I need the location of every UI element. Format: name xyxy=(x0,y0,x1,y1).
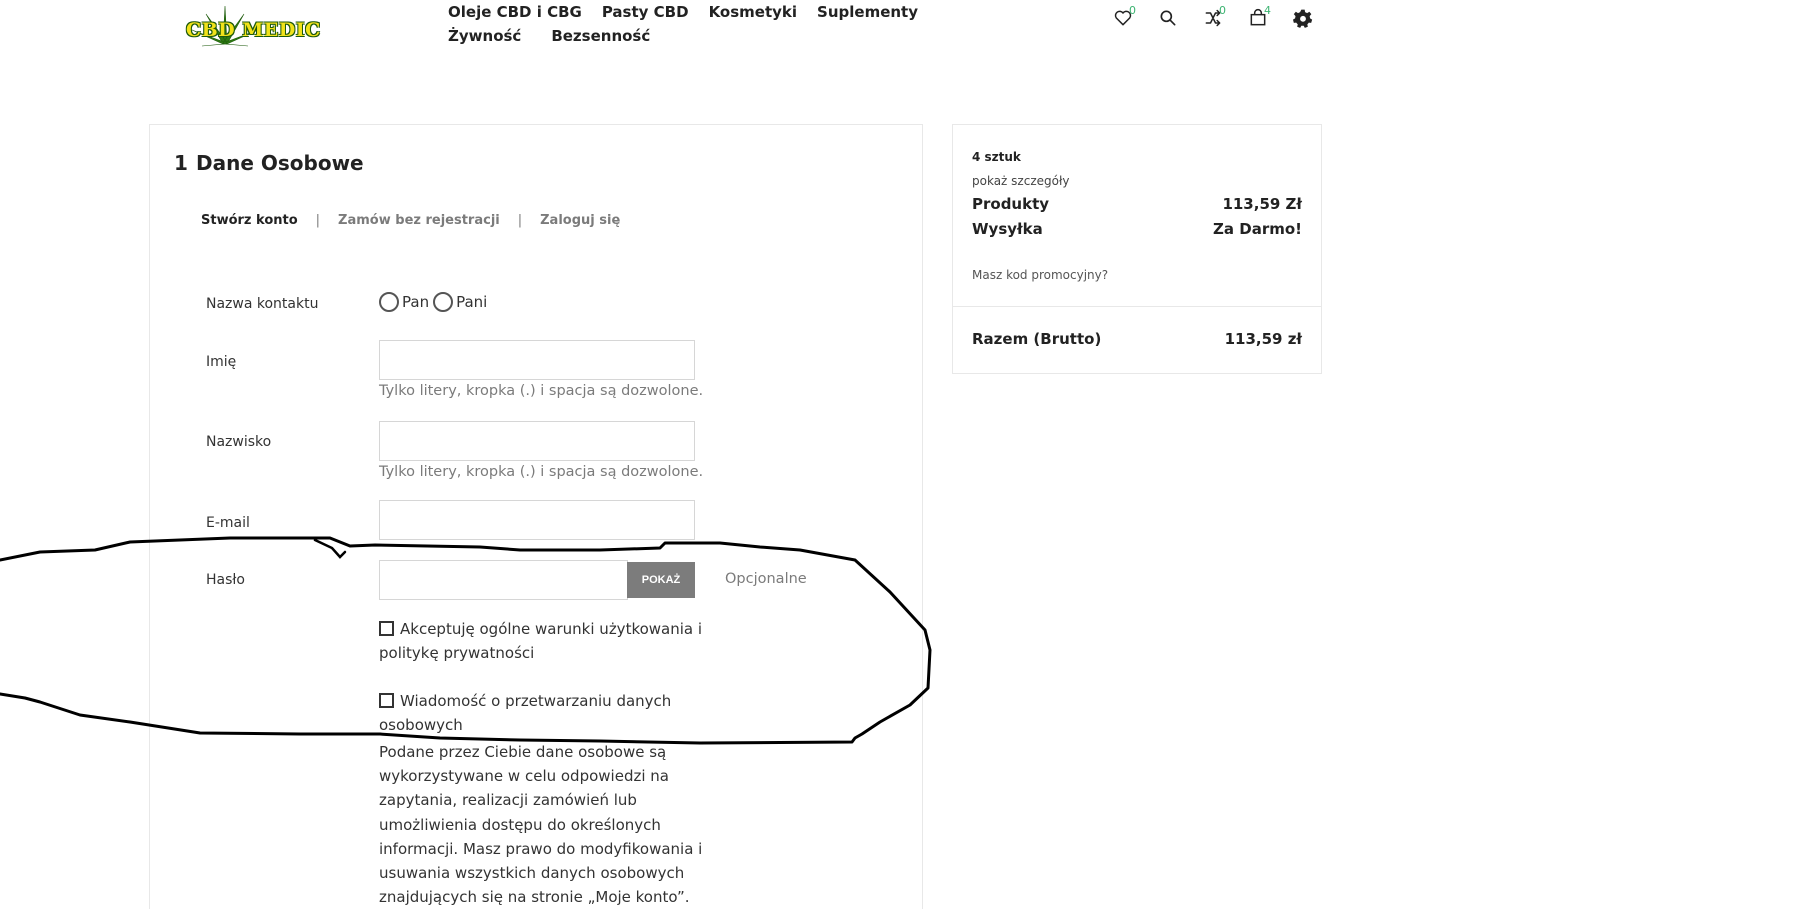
cart-button[interactable]: 4 xyxy=(1248,4,1274,32)
nav-item-oleje[interactable]: Oleje CBD i CBG xyxy=(448,2,582,22)
cart-count: 4 xyxy=(1264,4,1271,17)
radio-pani[interactable] xyxy=(433,292,454,312)
radio-pani-label: Pani xyxy=(456,293,488,311)
compare-count: 0 xyxy=(1219,4,1226,17)
tab-separator: | xyxy=(517,213,523,228)
tab-separator: | xyxy=(315,213,321,228)
data-processing-checkbox[interactable] xyxy=(379,693,394,708)
nav-item-bezsennosc[interactable]: Bezsenność xyxy=(551,26,650,46)
products-label: Produkty xyxy=(972,195,1050,213)
total-value: 113,59 zł xyxy=(1224,330,1302,348)
terms-checkbox[interactable] xyxy=(379,621,394,636)
terms-label: Akceptuję ogólne warunki użytkowania i p… xyxy=(379,620,703,662)
shipping-label: Wysyłka xyxy=(972,220,1043,238)
shipping-value: Za Darmo! xyxy=(1213,220,1302,238)
data-processing-row: Wiadomość o przetwarzaniu danych osobowy… xyxy=(379,689,709,737)
last-name-help: Tylko litery, kropka (.) i spacja są doz… xyxy=(379,464,704,480)
gender-radio-group: Pan Pani xyxy=(379,292,491,312)
optional-hint: Opcjonalne xyxy=(725,571,807,587)
compare-button[interactable]: 0 xyxy=(1203,4,1229,32)
wishlist-count: 0 xyxy=(1129,4,1136,17)
radio-pan-label: Pan xyxy=(402,293,430,311)
gear-icon xyxy=(1293,9,1313,28)
settings-button[interactable] xyxy=(1293,8,1319,32)
terms-row: Akceptuję ogólne warunki użytkowania i p… xyxy=(379,617,709,665)
show-details-link[interactable]: pokaż szczegóły xyxy=(972,174,1069,188)
email-input[interactable] xyxy=(379,500,695,540)
show-password-button[interactable]: POKAŻ xyxy=(627,562,695,598)
nav-item-pasty[interactable]: Pasty CBD xyxy=(602,2,689,22)
summary-divider xyxy=(952,306,1322,307)
tab-login[interactable]: Zaloguj się xyxy=(540,213,620,228)
email-label: E-mail xyxy=(206,515,250,531)
nav-item-zywnosc[interactable]: Żywność xyxy=(448,26,521,46)
first-name-label: Imię xyxy=(206,354,237,370)
promo-code-link[interactable]: Masz kod promocyjny? xyxy=(972,268,1108,282)
nav-item-suplementy[interactable]: Suplementy xyxy=(817,2,918,22)
step-title: Dane Osobowe xyxy=(196,151,364,175)
data-processing-description: Podane przez Ciebie dane osobowe są wyko… xyxy=(379,743,703,907)
items-count: 4 sztuk xyxy=(972,150,1021,164)
products-value: 113,59 Zł xyxy=(1222,195,1302,213)
wishlist-button[interactable]: 0 xyxy=(1113,4,1139,32)
step-number: 1 xyxy=(174,151,188,175)
products-row: Produkty 113,59 Zł xyxy=(972,195,1302,213)
first-name-input[interactable] xyxy=(379,340,695,380)
last-name-label: Nazwisko xyxy=(206,434,272,450)
data-processing-label: Wiadomość o przetwarzaniu danych osobowy… xyxy=(379,692,672,734)
nav-item-kosmetyki[interactable]: Kosmetyki xyxy=(709,2,797,22)
search-icon xyxy=(1160,10,1176,26)
password-label: Hasło xyxy=(206,572,245,588)
logo-text: CBD MEDIC xyxy=(186,19,321,41)
shipping-row: Wysyłka Za Darmo! xyxy=(972,220,1302,238)
total-row: Razem (Brutto) 113,59 zł xyxy=(972,330,1302,348)
tab-guest-order[interactable]: Zamów bez rejestracji xyxy=(338,213,500,228)
search-button[interactable] xyxy=(1158,8,1184,32)
radio-pan[interactable] xyxy=(379,292,399,312)
main-nav: Oleje CBD i CBG Pasty CBD Kosmetyki Supl… xyxy=(448,2,948,46)
tab-create-account[interactable]: Stwórz konto xyxy=(201,213,298,228)
first-name-help: Tylko litery, kropka (.) i spacja są doz… xyxy=(379,383,704,399)
password-input[interactable] xyxy=(379,560,628,600)
last-name-input[interactable] xyxy=(379,421,695,461)
contact-name-label: Nazwa kontaktu xyxy=(206,296,319,312)
total-label: Razem (Brutto) xyxy=(972,330,1102,348)
auth-tabs: Stwórz konto | Zamów bez rejestracji | Z… xyxy=(201,213,620,228)
